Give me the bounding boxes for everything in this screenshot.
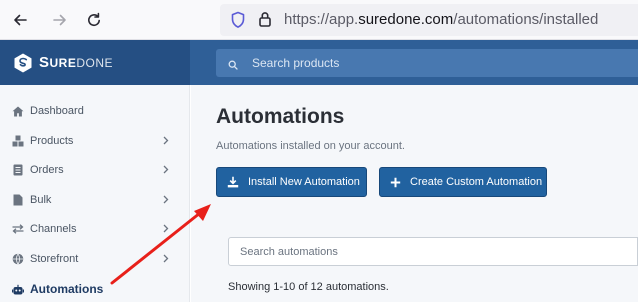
url-path: /automations/installed xyxy=(453,11,599,28)
sidebar-item-label: Orders xyxy=(30,164,64,176)
download-icon xyxy=(227,176,239,188)
create-button-label: Create Custom Automation xyxy=(410,176,543,188)
sidebar-item-storefront[interactable]: Storefront xyxy=(0,246,190,272)
logo-letter: S xyxy=(39,54,50,71)
logo-sure: URE xyxy=(49,56,77,70)
shield-icon[interactable] xyxy=(230,11,246,34)
sidebar-item-label: Storefront xyxy=(30,253,79,265)
home-icon xyxy=(12,105,24,117)
plus-icon xyxy=(390,177,401,187)
chevron-right-icon xyxy=(163,220,169,238)
create-custom-automation-button[interactable]: Create Custom Automation xyxy=(379,167,547,197)
search-icon xyxy=(228,57,238,75)
product-search-input[interactable]: Search products xyxy=(216,49,638,77)
logo[interactable]: SUREDONE xyxy=(0,40,190,85)
logo-text: SUREDONE xyxy=(39,54,113,71)
address-bar[interactable]: https://app.suredone.com/automations/ins… xyxy=(220,4,638,36)
exchange-icon xyxy=(12,223,24,235)
main-content: Automations Automations installed on you… xyxy=(191,85,638,302)
sidebar-item-automations[interactable]: Automations xyxy=(0,276,190,302)
sidebar-item-dashboard[interactable]: Dashboard xyxy=(0,98,190,124)
install-new-automation-button[interactable]: Install New Automation xyxy=(216,167,367,197)
logo-done: DONE xyxy=(76,56,114,70)
back-arrow-icon[interactable] xyxy=(8,8,32,32)
install-button-label: Install New Automation xyxy=(248,176,360,188)
sidebar-item-label: Channels xyxy=(30,223,77,235)
pagination-summary: Showing 1-10 of 12 automations. xyxy=(228,281,389,293)
app-header: SUREDONE Search products xyxy=(0,40,638,85)
list-icon xyxy=(12,164,24,176)
sidebar-item-label: Automations xyxy=(30,282,104,296)
chevron-right-icon xyxy=(163,250,169,268)
reload-icon[interactable] xyxy=(82,8,106,32)
file-icon xyxy=(12,194,24,206)
globe-icon xyxy=(12,253,24,265)
sidebar-item-label: Bulk xyxy=(30,194,52,206)
automation-search-placeholder: Search automations xyxy=(240,246,338,258)
sidebar-item-orders[interactable]: Orders xyxy=(0,157,190,183)
sidebar-item-bulk[interactable]: Bulk xyxy=(0,187,190,213)
chevron-right-icon xyxy=(163,191,169,209)
page-subtitle: Automations installed on your account. xyxy=(216,140,405,152)
sidebar-item-label: Products xyxy=(30,135,74,147)
sidebar-item-products[interactable]: Products xyxy=(0,128,190,154)
sidebar-item-channels[interactable]: Channels xyxy=(0,216,190,242)
product-search-placeholder: Search products xyxy=(252,56,340,70)
cubes-icon xyxy=(12,135,24,147)
sidebar-item-label: Dashboard xyxy=(30,105,84,117)
url-text: https://app.suredone.com/automations/ins… xyxy=(284,11,598,28)
page-title: Automations xyxy=(216,105,345,128)
lock-icon[interactable] xyxy=(258,10,272,33)
robot-icon xyxy=(12,283,24,295)
url-domain: suredone.com xyxy=(358,11,454,28)
url-prefix: https://app. xyxy=(284,11,359,28)
browser-toolbar: https://app.suredone.com/automations/ins… xyxy=(0,0,638,40)
chevron-right-icon xyxy=(163,132,169,150)
automation-search-input[interactable]: Search automations xyxy=(228,237,638,266)
sidebar: Dashboard Products Orders Bulk Channels … xyxy=(0,85,190,302)
forward-arrow-icon[interactable] xyxy=(48,8,72,32)
logo-mark-icon xyxy=(14,53,32,72)
chevron-right-icon xyxy=(163,161,169,179)
